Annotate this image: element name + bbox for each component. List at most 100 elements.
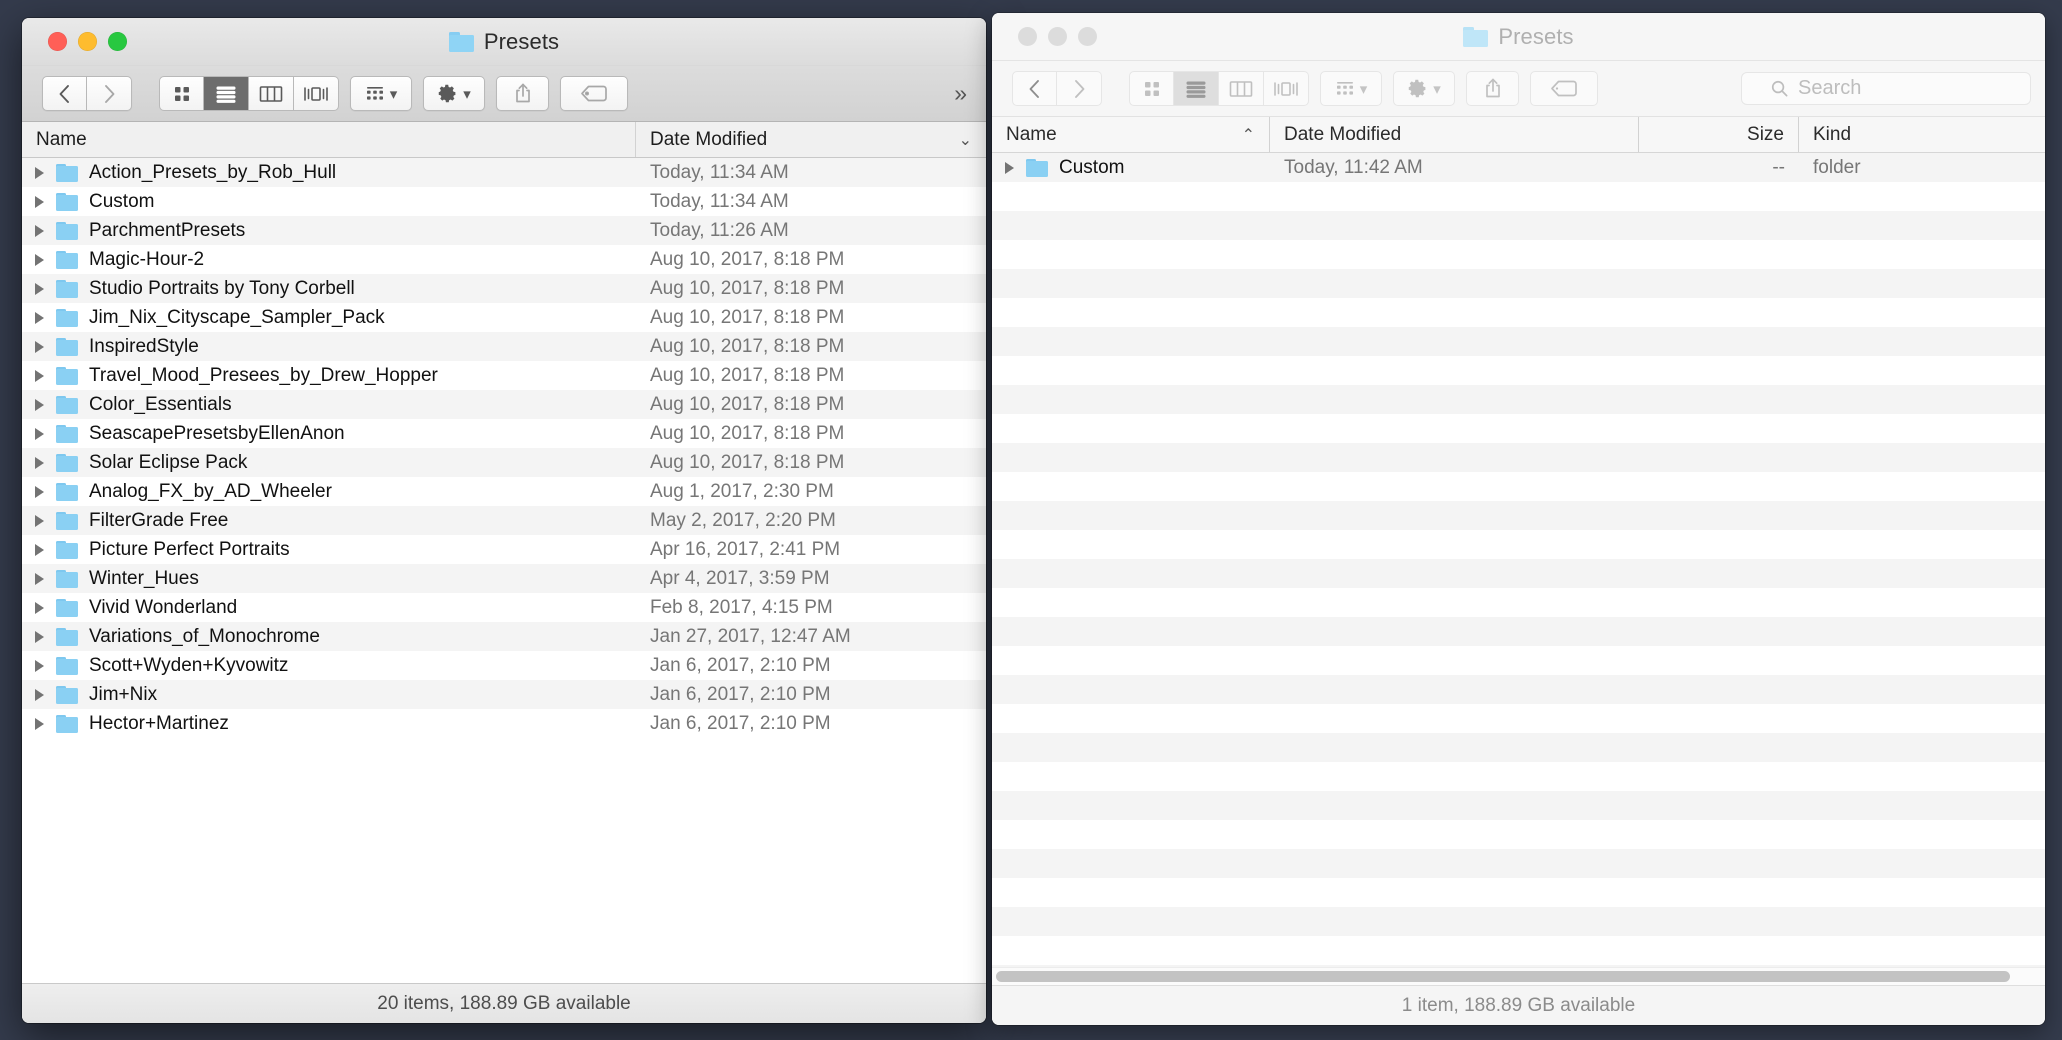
titlebar-right[interactable]: Presets <box>992 13 2045 61</box>
disclosure-triangle-icon[interactable] <box>22 340 56 353</box>
column-header-size[interactable]: Size <box>1639 117 1799 152</box>
close-button[interactable] <box>48 32 67 51</box>
group-items-button[interactable]: ▾ <box>350 76 412 111</box>
action-menu-button[interactable]: ▾ <box>423 76 485 111</box>
table-row[interactable]: Magic-Hour-2 Aug 10, 2017, 8:18 PM <box>22 245 986 274</box>
folder-icon <box>56 424 78 443</box>
disclosure-triangle-icon[interactable] <box>22 630 56 643</box>
disclosure-triangle-icon[interactable] <box>22 485 56 498</box>
column-header-name[interactable]: Name ⌃ <box>992 117 1270 152</box>
table-row[interactable]: Custom Today, 11:42 AM -- folder <box>992 153 2045 182</box>
titlebar-left[interactable]: Presets <box>22 18 986 66</box>
disclosure-triangle-icon[interactable] <box>22 659 56 672</box>
share-button[interactable] <box>1466 71 1519 106</box>
view-gallery-button[interactable] <box>1264 71 1309 106</box>
file-list-left[interactable]: Action_Presets_by_Rob_Hull Today, 11:34 A… <box>22 158 986 983</box>
nav-buttons-right[interactable] <box>1012 71 1102 106</box>
forward-button[interactable] <box>87 76 132 111</box>
disclosure-triangle-icon[interactable] <box>22 427 56 440</box>
table-row[interactable]: Winter_Hues Apr 4, 2017, 3:59 PM <box>22 564 986 593</box>
disclosure-triangle-icon[interactable] <box>22 717 56 730</box>
table-row[interactable]: Vivid Wonderland Feb 8, 2017, 4:15 PM <box>22 593 986 622</box>
disclosure-triangle-icon[interactable] <box>22 224 56 237</box>
view-icon-button[interactable] <box>159 76 204 111</box>
view-icon-button[interactable] <box>1129 71 1174 106</box>
group-items-button[interactable]: ▾ <box>1320 71 1382 106</box>
disclosure-triangle-icon[interactable] <box>22 514 56 527</box>
file-list-right[interactable]: Custom Today, 11:42 AM -- folder <box>992 153 2045 967</box>
folder-icon <box>56 569 78 588</box>
finder-window-right[interactable]: Presets ▾ ▾ Search Name ⌃ Date Modified … <box>992 13 2045 1025</box>
disclosure-triangle-icon[interactable] <box>22 601 56 614</box>
column-header-date-label: Date Modified <box>650 128 768 150</box>
table-row[interactable]: ParchmentPresets Today, 11:26 AM <box>22 216 986 245</box>
back-button[interactable] <box>42 76 87 111</box>
disclosure-triangle-icon[interactable] <box>22 456 56 469</box>
table-row[interactable]: Studio Portraits by Tony Corbell Aug 10, … <box>22 274 986 303</box>
table-row[interactable]: Hector+Martinez Jan 6, 2017, 2:10 PM <box>22 709 986 738</box>
table-row[interactable]: Action_Presets_by_Rob_Hull Today, 11:34 A… <box>22 158 986 187</box>
column-header-name[interactable]: Name <box>22 122 636 157</box>
disclosure-triangle-icon[interactable] <box>22 572 56 585</box>
disclosure-triangle-icon[interactable] <box>22 688 56 701</box>
table-row[interactable]: Jim_Nix_Cityscape_Sampler_Pack Aug 10, 20… <box>22 303 986 332</box>
view-list-button[interactable] <box>1174 71 1219 106</box>
row-name-cell: Custom <box>56 191 636 213</box>
disclosure-triangle-icon[interactable] <box>22 398 56 411</box>
table-row[interactable]: Variations_of_Monochrome Jan 27, 2017, 12… <box>22 622 986 651</box>
toolbar-right[interactable]: ▾ ▾ Search <box>992 61 2045 117</box>
view-mode-group-right[interactable] <box>1129 71 1309 106</box>
maximize-button[interactable] <box>108 32 127 51</box>
view-mode-group-left[interactable] <box>159 76 339 111</box>
table-row[interactable]: Analog_FX_by_AD_Wheeler Aug 1, 2017, 2:30… <box>22 477 986 506</box>
disclosure-triangle-icon[interactable] <box>22 166 56 179</box>
disclosure-triangle-icon[interactable] <box>22 543 56 556</box>
close-button[interactable] <box>1018 27 1037 46</box>
forward-button[interactable] <box>1057 71 1102 106</box>
table-row[interactable]: Solar Eclipse Pack Aug 10, 2017, 8:18 PM <box>22 448 986 477</box>
row-name-cell: SeascapePresetsbyEllenAnon <box>56 423 636 445</box>
toolbar-left[interactable]: ▾ ▾ » <box>22 66 986 122</box>
view-column-button[interactable] <box>1219 71 1264 106</box>
disclosure-triangle-icon[interactable] <box>22 311 56 324</box>
toolbar-overflow-button[interactable]: » <box>954 80 972 107</box>
column-header-date[interactable]: Date Modified ⌄ <box>636 122 986 157</box>
column-header-date[interactable]: Date Modified <box>1270 117 1639 152</box>
disclosure-triangle-icon[interactable] <box>22 253 56 266</box>
table-row[interactable]: Travel_Mood_Presees_by_Drew_Hopper Aug 10… <box>22 361 986 390</box>
table-row[interactable]: FilterGrade Free May 2, 2017, 2:20 PM <box>22 506 986 535</box>
chevron-down-icon: ▾ <box>389 85 398 103</box>
empty-row <box>992 385 2045 414</box>
table-row[interactable]: Picture Perfect Portraits Apr 16, 2017, 2… <box>22 535 986 564</box>
table-row[interactable]: Custom Today, 11:34 AM <box>22 187 986 216</box>
nav-buttons-left[interactable] <box>42 76 132 111</box>
tags-button[interactable] <box>560 76 628 111</box>
table-row[interactable]: Jim+Nix Jan 6, 2017, 2:10 PM <box>22 680 986 709</box>
minimize-button[interactable] <box>1048 27 1067 46</box>
scrollbar-thumb[interactable] <box>996 971 2010 982</box>
finder-window-left[interactable]: Presets ▾ ▾ » Name Date Modified ⌄ Actio… <box>22 18 986 1023</box>
share-button[interactable] <box>496 76 549 111</box>
view-column-button[interactable] <box>249 76 294 111</box>
horizontal-scrollbar[interactable] <box>992 967 2045 985</box>
folder-icon <box>448 31 474 52</box>
action-menu-button[interactable]: ▾ <box>1393 71 1455 106</box>
table-row[interactable]: Color_Essentials Aug 10, 2017, 8:18 PM <box>22 390 986 419</box>
search-input[interactable]: Search <box>1741 72 2031 105</box>
table-row[interactable]: Scott+Wyden+Kyvowitz Jan 6, 2017, 2:10 PM <box>22 651 986 680</box>
disclosure-triangle-icon[interactable] <box>992 161 1026 174</box>
disclosure-triangle-icon[interactable] <box>22 195 56 208</box>
table-row[interactable]: SeascapePresetsbyEllenAnon Aug 10, 2017, … <box>22 419 986 448</box>
maximize-button[interactable] <box>1078 27 1097 46</box>
disclosure-triangle-icon[interactable] <box>22 282 56 295</box>
column-header-kind[interactable]: Kind <box>1799 117 2045 152</box>
column-header-left[interactable]: Name Date Modified ⌄ <box>22 122 986 158</box>
back-button[interactable] <box>1012 71 1057 106</box>
minimize-button[interactable] <box>78 32 97 51</box>
tags-button[interactable] <box>1530 71 1598 106</box>
view-gallery-button[interactable] <box>294 76 339 111</box>
table-row[interactable]: InspiredStyle Aug 10, 2017, 8:18 PM <box>22 332 986 361</box>
view-list-button[interactable] <box>204 76 249 111</box>
disclosure-triangle-icon[interactable] <box>22 369 56 382</box>
column-header-right[interactable]: Name ⌃ Date Modified Size Kind <box>992 117 2045 153</box>
